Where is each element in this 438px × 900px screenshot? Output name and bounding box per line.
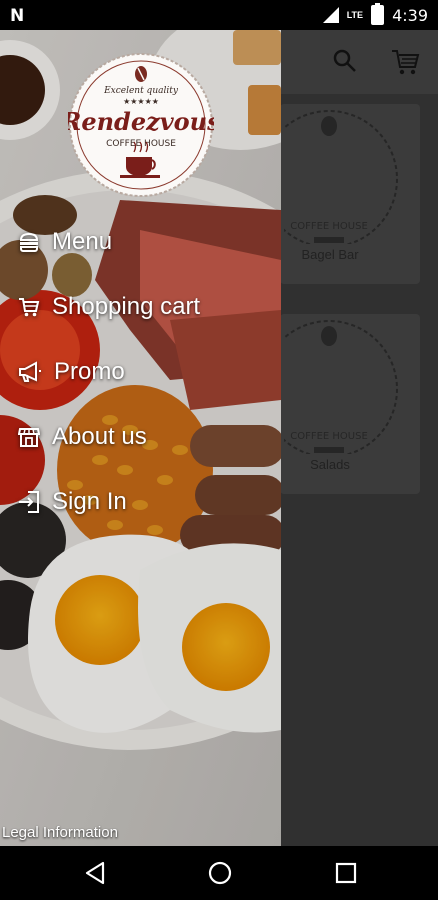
menu-item-label: Sign In	[52, 488, 127, 515]
logo-stars: ★★★★★	[123, 97, 159, 106]
category-card[interactable]: COFFEE HOUSE Salads	[280, 314, 420, 494]
menu-item-label: Shopping cart	[52, 293, 201, 320]
legal-information-link[interactable]: Legal Information	[2, 824, 118, 841]
coffee-house-emblem: COFFEE HOUSE	[284, 320, 398, 454]
category-label: Bagel Bar	[301, 247, 359, 262]
menu-item-label: Promo	[54, 358, 125, 385]
category-card[interactable]: COFFEE HOUSE Bagel Bar	[280, 104, 420, 284]
menu-item-about-us[interactable]: About us	[18, 417, 147, 457]
rendezvous-logo: Excelent quality ★★★★★ Rendezvous COFFEE…	[68, 53, 214, 197]
category-label: Salads	[310, 457, 350, 472]
recents-icon[interactable]	[334, 860, 358, 886]
system-navigation-bar	[0, 846, 438, 900]
menu-item-sign-in[interactable]: Sign In	[18, 482, 127, 522]
svg-text:COFFEE HOUSE: COFFEE HOUSE	[290, 431, 368, 442]
menu-item-label: About us	[52, 423, 147, 450]
status-bar: N LTE 4:39	[0, 0, 438, 30]
sign-in-icon	[19, 491, 39, 513]
logo-brand: Rendezvous	[68, 107, 214, 136]
n-notification-icon: N	[10, 6, 25, 26]
home-icon[interactable]	[207, 860, 233, 886]
navigation-drawer: Excelent quality ★★★★★ Rendezvous COFFEE…	[0, 30, 281, 846]
signal-icon	[322, 7, 339, 23]
menu-item-promo[interactable]: Promo	[18, 352, 125, 392]
coffee-house-emblem: COFFEE HOUSE	[284, 110, 398, 244]
cart-icon[interactable]	[390, 48, 420, 76]
store-icon	[18, 428, 40, 447]
cart-icon	[19, 298, 40, 317]
menu-item-label: Menu	[52, 228, 113, 255]
clock: 4:39	[392, 5, 428, 25]
network-type: LTE	[346, 10, 364, 20]
back-icon[interactable]	[83, 860, 107, 886]
logo-tagline: Excelent quality	[103, 86, 179, 96]
battery-icon	[371, 3, 385, 25]
menu-item-shopping-cart[interactable]: Shopping cart	[18, 287, 200, 327]
menu-item-menu[interactable]: Menu	[18, 222, 112, 262]
burger-icon	[19, 232, 39, 252]
svg-text:COFFEE HOUSE: COFFEE HOUSE	[290, 221, 368, 232]
search-icon[interactable]	[332, 48, 358, 74]
megaphone-icon	[19, 361, 41, 382]
